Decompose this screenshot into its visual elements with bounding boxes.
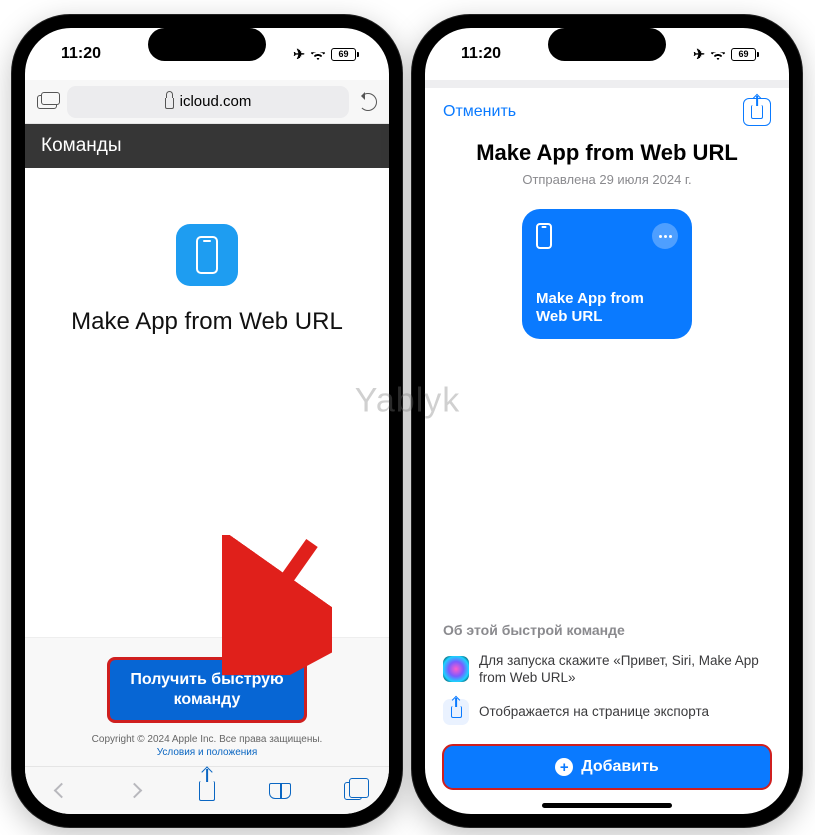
dynamic-island <box>148 28 266 61</box>
airplane-icon: ✈ <box>693 46 705 63</box>
safari-url-bar: icloud.com <box>25 80 389 124</box>
share-button[interactable] <box>743 98 771 126</box>
about-heading: Об этой быстрой команде <box>443 622 771 638</box>
cancel-button[interactable]: Отменить <box>443 103 516 121</box>
terms-link[interactable]: Условия и положения <box>25 747 389 758</box>
battery-icon: 69 <box>731 48 759 61</box>
export-row: Отображается на странице экспорта <box>443 693 771 731</box>
siri-hint-text: Для запуска скажите «Привет, Siri, Make … <box>479 652 771 687</box>
shortcut-title: Make App from Web URL <box>443 140 771 166</box>
reload-icon[interactable] <box>359 93 377 111</box>
add-shortcut-button[interactable]: + Добавить <box>443 745 771 789</box>
copyright-text: Copyright © 2024 Apple Inc. Все права за… <box>25 734 389 745</box>
back-button[interactable] <box>49 779 73 803</box>
phone-right: 11:20 ✈ 69 Отменить Make App from Web UR… <box>412 15 802 827</box>
sent-date: Отправлена 29 июля 2024 г. <box>443 172 771 187</box>
tab-overview-icon[interactable] <box>37 95 57 109</box>
plus-icon: + <box>555 758 573 776</box>
shortcut-card[interactable]: Make App from Web URL <box>522 209 692 339</box>
battery-icon: 69 <box>331 48 359 61</box>
status-time: 11:20 <box>61 45 101 63</box>
forward-button[interactable] <box>122 779 146 803</box>
annotation-arrow <box>222 535 332 675</box>
lock-icon <box>165 98 174 109</box>
phone-glyph-icon <box>536 223 552 249</box>
phone-glyph-icon <box>196 236 218 274</box>
wifi-icon <box>710 48 726 60</box>
airplane-icon: ✈ <box>293 46 305 63</box>
shortcut-name-heading: Make App from Web URL <box>71 308 343 336</box>
url-domain: icloud.com <box>180 93 252 110</box>
siri-hint-row: Для запуска скажите «Привет, Siri, Make … <box>443 646 771 693</box>
shortcut-app-icon <box>176 224 238 286</box>
phone-left: 11:20 ✈ 69 icloud.com Команды <box>12 15 402 827</box>
share-button[interactable] <box>195 779 219 803</box>
wifi-icon <box>310 48 326 60</box>
export-icon <box>443 699 469 725</box>
export-text: Отображается на странице экспорта <box>479 703 709 721</box>
home-indicator <box>542 803 672 808</box>
more-icon[interactable] <box>652 223 678 249</box>
status-time: 11:20 <box>461 45 501 63</box>
dynamic-island <box>548 28 666 61</box>
page-title-bar: Команды <box>25 124 389 168</box>
siri-icon <box>443 656 469 682</box>
safari-toolbar <box>25 766 389 814</box>
address-field[interactable]: icloud.com <box>67 86 349 118</box>
bookmarks-button[interactable] <box>268 779 292 803</box>
card-title: Make App from Web URL <box>536 290 678 328</box>
tabs-button[interactable] <box>341 779 365 803</box>
